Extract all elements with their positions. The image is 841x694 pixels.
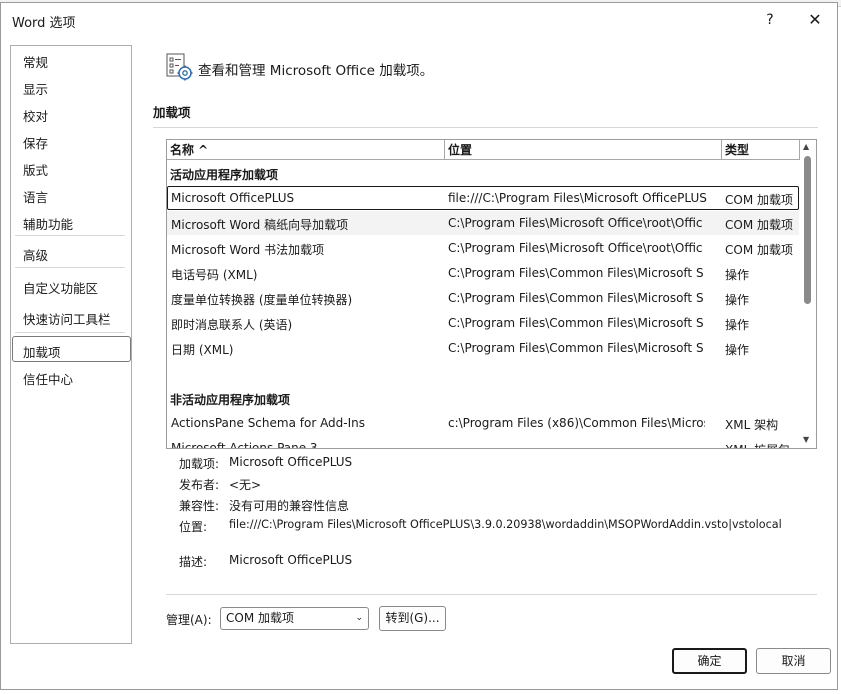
row-name: ActionsPane Schema for Add-Ins xyxy=(171,416,366,430)
detail-desc-value: Microsoft OfficePLUS xyxy=(229,553,353,567)
nav-divider xyxy=(15,332,125,333)
table-row[interactable]: 即时消息联系人 (英语) C:\Program Files\Common Fil… xyxy=(167,311,799,335)
table-row[interactable]: 电话号码 (XML) C:\Program Files\Common Files… xyxy=(167,261,799,285)
detail-addin-label: 加载项: xyxy=(179,457,220,471)
nav-item-layout[interactable]: 版式 xyxy=(23,160,48,179)
group-active-addins: 活动应用程序加载项 xyxy=(170,168,279,182)
manage-label: 管理(A): xyxy=(166,613,212,627)
row-location: C:\Program Files\Microsoft Office\root\O… xyxy=(448,241,703,255)
addins-gear-icon xyxy=(166,53,193,81)
table-row[interactable]: Microsoft OfficePLUS file:///C:\Program … xyxy=(167,186,799,210)
detail-desc-label: 描述: xyxy=(179,555,208,569)
scroll-up-icon[interactable]: ▲ xyxy=(803,142,809,151)
row-name: Microsoft OfficePLUS xyxy=(171,191,295,205)
detail-addin-value: Microsoft OfficePLUS xyxy=(229,455,353,469)
detail-publisher-label: 发布者: xyxy=(179,478,220,492)
nav-item-general[interactable]: 常规 xyxy=(23,52,48,71)
row-name: 电话号码 (XML) xyxy=(171,268,258,282)
cancel-button[interactable]: 取消 xyxy=(756,648,831,674)
table-row[interactable]: 度量单位转换器 (度量单位转换器) C:\Program Files\Commo… xyxy=(167,286,799,310)
row-location: C:\Program Files\Common Files\Microsoft … xyxy=(448,266,704,280)
table-row[interactable]: Microsoft Actions Pane 3 XML 扩展包 xyxy=(167,436,799,449)
nav-divider xyxy=(15,235,125,236)
table-row[interactable]: Microsoft Word 书法加载项 C:\Program Files\Mi… xyxy=(167,236,799,260)
help-button[interactable]: ? xyxy=(760,10,780,30)
bottom-divider xyxy=(166,594,817,595)
column-header-name[interactable]: 名称 ^ xyxy=(167,140,445,160)
nav-item-trust-center[interactable]: 信任中心 xyxy=(23,369,73,388)
nav-item-advanced[interactable]: 高级 xyxy=(23,245,48,264)
nav-item-quick-access-toolbar[interactable]: 快速访问工具栏 xyxy=(23,309,111,328)
header-description: 查看和管理 Microsoft Office 加载项。 xyxy=(198,63,434,79)
dialog-title: Word 选项 xyxy=(12,16,76,31)
manage-select-value: COM 加载项 xyxy=(226,611,294,625)
row-name: 即时消息联系人 (英语) xyxy=(171,318,293,332)
ok-button[interactable]: 确定 xyxy=(672,648,747,674)
nav-divider xyxy=(15,267,125,268)
table-row[interactable]: ActionsPane Schema for Add-Ins c:\Progra… xyxy=(167,411,799,435)
chevron-down-icon: ⌄ xyxy=(355,613,363,623)
section-divider xyxy=(153,127,818,128)
nav-item-customize-ribbon[interactable]: 自定义功能区 xyxy=(23,278,98,297)
row-type: COM 加载项 xyxy=(725,243,793,257)
row-location: C:\Program Files\Common Files\Microsoft … xyxy=(448,291,704,305)
row-name: Microsoft Word 稿纸向导加载项 xyxy=(171,218,349,232)
nav-item-accessibility[interactable]: 辅助功能 xyxy=(23,214,73,233)
manage-select[interactable]: COM 加载项 ⌄ xyxy=(220,607,369,630)
row-location: C:\Program Files\Microsoft Office\root\O… xyxy=(448,216,703,230)
row-type: 操作 xyxy=(725,293,750,307)
nav-item-display[interactable]: 显示 xyxy=(23,79,48,98)
section-title: 加载项 xyxy=(153,105,191,120)
detail-location-value: file:///C:\Program Files\Microsoft Offic… xyxy=(229,518,782,531)
column-header-location[interactable]: 位置 xyxy=(445,140,722,160)
row-type: COM 加载项 xyxy=(725,193,793,207)
detail-compat-value: 没有可用的兼容性信息 xyxy=(229,499,350,513)
row-type: COM 加载项 xyxy=(725,218,793,232)
group-inactive-addins: 非活动应用程序加载项 xyxy=(170,393,291,407)
addins-table: 名称 ^ 位置 类型 活动应用程序加载项 Microsoft OfficePLU… xyxy=(166,139,817,449)
column-header-type[interactable]: 类型 xyxy=(722,140,800,160)
nav-item-language[interactable]: 语言 xyxy=(23,187,48,206)
row-type: XML 架构 xyxy=(725,418,779,432)
row-location: C:\Program Files\Common Files\Microsoft … xyxy=(448,341,704,355)
go-button[interactable]: 转到(G)... xyxy=(379,606,446,631)
nav-item-proofing[interactable]: 校对 xyxy=(23,106,48,125)
row-location: file:///C:\Program Files\Microsoft Offic… xyxy=(448,191,707,205)
table-row[interactable]: 日期 (XML) C:\Program Files\Common Files\M… xyxy=(167,336,799,360)
row-name: 日期 (XML) xyxy=(171,343,234,357)
detail-publisher-value: <无> xyxy=(229,478,262,492)
row-type: 操作 xyxy=(725,343,750,357)
row-type: XML 扩展包 xyxy=(725,441,799,448)
row-name: Microsoft Actions Pane 3 xyxy=(171,441,318,449)
row-location: c:\Program Files (x86)\Common Files\Micr… xyxy=(448,416,705,430)
row-type: 操作 xyxy=(725,318,750,332)
nav-item-addins[interactable]: 加载项 xyxy=(23,342,61,361)
close-button[interactable]: ✕ xyxy=(805,10,825,30)
detail-compat-label: 兼容性: xyxy=(179,499,220,513)
row-name: 度量单位转换器 (度量单位转换器) xyxy=(171,293,353,307)
options-nav: 常规 显示 校对 保存 版式 语言 辅助功能 高级 自定义功能区 快速访问工具栏… xyxy=(10,45,132,644)
scrollbar-thumb[interactable] xyxy=(804,156,811,304)
row-location: C:\Program Files\Common Files\Microsoft … xyxy=(448,316,704,330)
row-type: 操作 xyxy=(725,268,750,282)
close-icon: ✕ xyxy=(808,10,822,29)
table-row[interactable]: Microsoft Word 稿纸向导加载项 C:\Program Files\… xyxy=(167,211,799,235)
nav-item-save[interactable]: 保存 xyxy=(23,133,48,152)
row-name: Microsoft Word 书法加载项 xyxy=(171,243,325,257)
scroll-down-icon[interactable]: ▼ xyxy=(803,435,809,444)
detail-location-label: 位置: xyxy=(179,520,208,534)
